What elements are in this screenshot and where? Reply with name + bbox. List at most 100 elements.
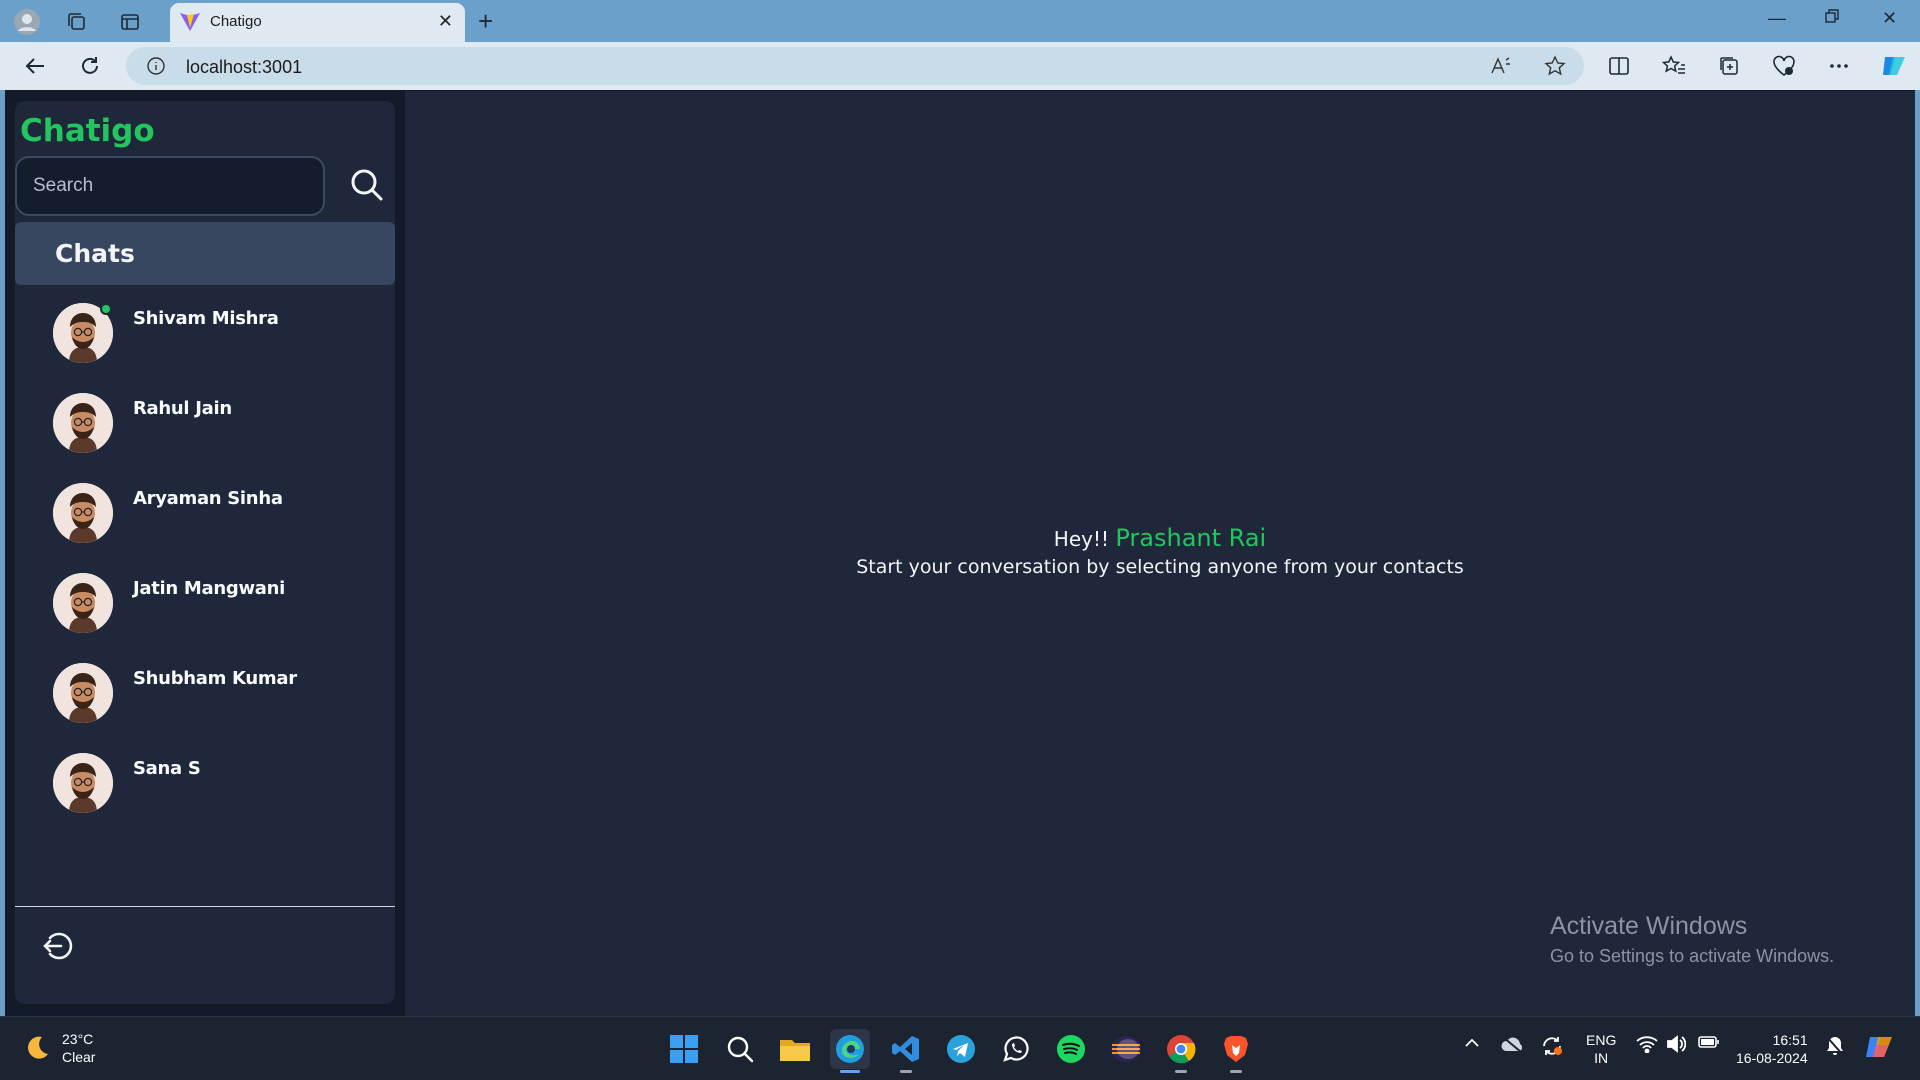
running-indicator <box>1175 1070 1187 1073</box>
copilot-taskbar-icon[interactable] <box>1864 1031 1896 1066</box>
onedrive-icon[interactable] <box>1500 1035 1524 1056</box>
close-window-icon[interactable]: ✕ <box>1882 8 1897 29</box>
system-clock[interactable]: 16:51 16-08-2024 <box>1736 1031 1808 1067</box>
back-icon[interactable] <box>22 53 48 79</box>
logout-icon <box>43 932 73 960</box>
avatar <box>53 393 113 453</box>
contact-item[interactable]: Aryaman Sinha <box>15 469 395 559</box>
tab-actions-icon[interactable] <box>117 9 143 35</box>
moon-icon <box>28 1036 48 1059</box>
avatar <box>53 663 113 723</box>
contact-name: Shivam Mishra <box>133 308 279 329</box>
sidebar-divider <box>15 906 395 907</box>
contact-item[interactable]: Rahul Jain <box>15 379 395 469</box>
greeting-subtitle: Start your conversation by selecting any… <box>856 556 1464 578</box>
browser-tab[interactable]: Chatigo ✕ <box>170 3 465 42</box>
favorites-icon[interactable] <box>1661 53 1687 79</box>
region-code: IN <box>1594 1050 1609 1066</box>
edge-icon[interactable] <box>830 1029 870 1073</box>
split-screen-icon[interactable] <box>1606 53 1632 79</box>
language-indicator[interactable]: ENG IN <box>1586 1031 1616 1067</box>
profile-icon[interactable] <box>14 9 40 35</box>
current-user-name: Prashant Rai <box>1115 524 1267 552</box>
online-status-indicator <box>100 303 112 315</box>
language-code: ENG <box>1586 1032 1617 1048</box>
contact-list: Shivam Mishra Rahul Jain Aryaman Sinha J… <box>15 289 395 829</box>
search-icon[interactable] <box>720 1029 760 1069</box>
taskbar: 23°C Clear ENG IN 16:51 16-08-2024 <box>0 1016 1920 1080</box>
minimize-icon[interactable]: — <box>1768 8 1786 29</box>
active-indicator <box>840 1070 860 1073</box>
conversation-area: Hey!! Prashant Rai Start your conversati… <box>405 91 1915 1016</box>
more-options-icon[interactable] <box>1826 53 1852 79</box>
eclipse-icon[interactable] <box>1106 1029 1146 1069</box>
whatsapp-icon[interactable] <box>996 1029 1036 1069</box>
contact-item[interactable]: Shivam Mishra <box>15 289 395 379</box>
address-text: localhost:3001 <box>186 57 303 77</box>
chats-header: Chats <box>15 222 395 285</box>
close-tab-icon[interactable]: ✕ <box>438 11 453 32</box>
contact-name: Aryaman Sinha <box>133 488 283 509</box>
contact-item[interactable]: Sana S <box>15 739 395 829</box>
copilot-icon[interactable] <box>1878 50 1910 82</box>
spotify-icon[interactable] <box>1051 1029 1091 1069</box>
browser-navbar: localhost:3001 <box>0 42 1920 90</box>
clock-date: 16-08-2024 <box>1736 1050 1808 1066</box>
contact-name: Sana S <box>133 758 201 779</box>
avatar <box>53 753 113 813</box>
clock-time: 16:51 <box>1772 1032 1808 1048</box>
contact-name: Shubham Kumar <box>133 668 297 689</box>
chrome-icon[interactable] <box>1161 1029 1201 1073</box>
brave-icon[interactable] <box>1216 1029 1256 1073</box>
volume-icon[interactable] <box>1666 1035 1687 1056</box>
search-input[interactable] <box>17 158 323 214</box>
search-button[interactable] <box>347 165 387 205</box>
read-aloud-icon[interactable] <box>1490 56 1512 81</box>
weather-widget[interactable]: 23°C Clear <box>22 1030 95 1066</box>
tab-title: Chatigo <box>210 13 262 30</box>
contact-item[interactable]: Jatin Mangwani <box>15 559 395 649</box>
wifi-icon[interactable] <box>1636 1035 1658 1056</box>
vite-favicon-icon <box>178 11 202 38</box>
refresh-icon[interactable] <box>77 53 103 79</box>
avatar <box>53 573 113 633</box>
restore-icon[interactable] <box>1824 8 1840 29</box>
weather-desc: Clear <box>62 1049 96 1065</box>
greeting-line: Hey!! Prashant Rai <box>405 524 1915 552</box>
address-bar[interactable]: localhost:3001 <box>126 47 1584 85</box>
collections-icon[interactable] <box>1716 53 1742 79</box>
chats-header-label: Chats <box>55 239 135 268</box>
brand-logo: Chatigo <box>20 113 155 149</box>
file-explorer-icon[interactable] <box>775 1029 815 1069</box>
avatar <box>53 483 113 543</box>
watermark-title: Activate Windows <box>1550 912 1748 940</box>
show-hidden-icons-icon[interactable] <box>1464 1035 1480 1051</box>
activate-windows-watermark: Activate Windows Go to Settings to activ… <box>1550 912 1834 967</box>
battery-icon[interactable] <box>1698 1035 1720 1052</box>
contact-name: Rahul Jain <box>133 398 232 419</box>
welcome-message: Hey!! Prashant Rai Start your conversati… <box>405 524 1915 578</box>
favorite-star-icon[interactable] <box>1544 55 1566 82</box>
site-info-icon[interactable] <box>146 56 166 81</box>
notifications-icon[interactable] <box>1825 1035 1845 1060</box>
new-tab-icon[interactable]: + <box>478 6 493 37</box>
chat-app: Chatigo Chats Shivam Mishra <box>5 90 1915 1016</box>
sync-icon[interactable] <box>1540 1035 1564 1060</box>
browser-essentials-icon[interactable] <box>1771 53 1797 79</box>
watermark-subtitle: Go to Settings to activate Windows. <box>1550 946 1835 966</box>
workspaces-icon[interactable] <box>64 9 90 35</box>
sidebar-panel: Chatigo Chats Shivam Mishra <box>15 101 395 1004</box>
contact-item[interactable]: Shubham Kumar <box>15 649 395 739</box>
telegram-icon[interactable] <box>941 1029 981 1069</box>
browser-titlebar: Chatigo ✕ + — ✕ <box>0 0 1920 42</box>
greeting-hey: Hey!! <box>1053 527 1110 551</box>
search-icon <box>351 169 383 201</box>
contact-name: Jatin Mangwani <box>133 578 286 599</box>
weather-temp: 23°C <box>62 1031 94 1047</box>
running-indicator <box>1230 1070 1242 1073</box>
search-field[interactable] <box>15 156 325 216</box>
vscode-icon[interactable] <box>886 1029 926 1073</box>
sidebar: Chatigo Chats Shivam Mishra <box>5 91 405 1016</box>
logout-button[interactable] <box>37 926 77 966</box>
windows-start-icon[interactable] <box>664 1029 704 1069</box>
